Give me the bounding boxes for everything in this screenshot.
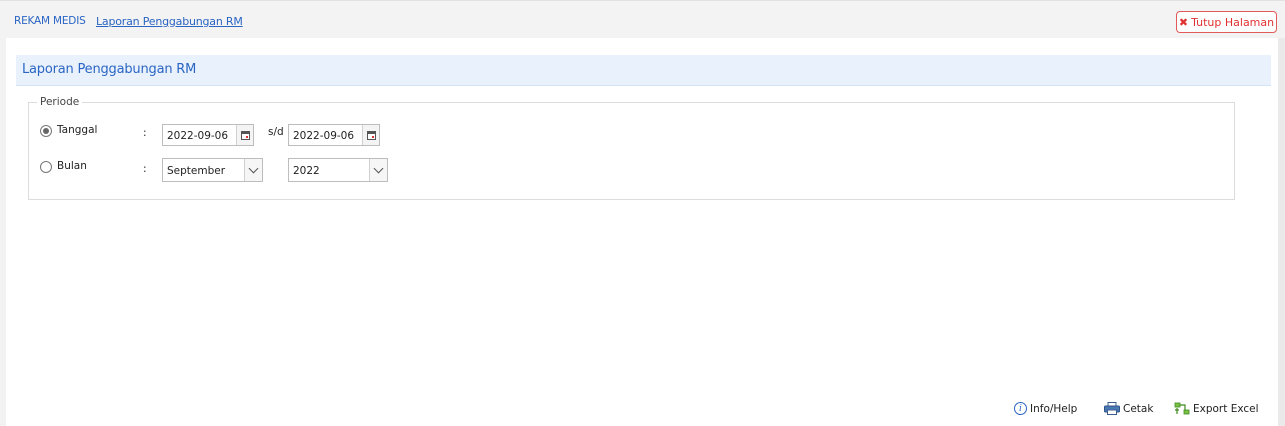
info-help-button[interactable]: i Info/Help	[1014, 402, 1077, 415]
bulan-radio[interactable]	[40, 161, 52, 173]
top-bar: REKAM MEDIS Laporan Penggabungan RM ✖ Tu…	[0, 0, 1285, 39]
year-value: 2022	[293, 165, 320, 177]
excel-export-icon	[1174, 402, 1190, 415]
tanggal-label: Tanggal	[57, 124, 98, 136]
panel-title: Laporan Penggabungan RM	[22, 62, 197, 77]
export-excel-label: Export Excel	[1193, 402, 1259, 415]
date-range-separator: s/d	[268, 126, 284, 138]
date-to-input[interactable]: 2022-09-06	[288, 124, 380, 146]
scrollbar[interactable]	[1278, 38, 1285, 426]
calendar-icon[interactable]	[236, 125, 253, 145]
tanggal-colon: :	[143, 127, 147, 139]
export-excel-button[interactable]: Export Excel	[1174, 402, 1259, 415]
print-button[interactable]: Cetak	[1104, 402, 1153, 415]
print-label: Cetak	[1123, 402, 1154, 415]
bulan-label: Bulan	[57, 160, 87, 172]
date-from-value: 2022-09-06	[167, 130, 229, 142]
date-to-value: 2022-09-06	[293, 130, 355, 142]
info-help-label: Info/Help	[1030, 402, 1078, 415]
tanggal-radio[interactable]	[40, 125, 52, 137]
chevron-down-icon[interactable]	[369, 159, 387, 181]
breadcrumb-root[interactable]: REKAM MEDIS	[14, 15, 86, 27]
main-panel: Laporan Penggabungan RM Periode Tanggal …	[6, 38, 1278, 426]
calendar-icon[interactable]	[362, 125, 379, 145]
bulan-colon: :	[143, 163, 147, 175]
year-select[interactable]: 2022	[288, 158, 388, 182]
month-select[interactable]: September	[162, 158, 263, 182]
printer-icon	[1104, 402, 1120, 415]
chevron-down-icon[interactable]	[244, 159, 262, 181]
periode-fieldset: Periode	[28, 96, 1235, 200]
close-page-label: Tutup Halaman	[1191, 15, 1275, 29]
close-page-button[interactable]: ✖ Tutup Halaman	[1176, 11, 1277, 33]
periode-legend: Periode	[40, 96, 80, 108]
close-icon: ✖	[1178, 15, 1189, 29]
month-value: September	[167, 165, 226, 177]
breadcrumb-current[interactable]: Laporan Penggabungan RM	[96, 15, 243, 28]
date-from-input[interactable]: 2022-09-06	[162, 124, 254, 146]
panel-header: Laporan Penggabungan RM	[16, 55, 1271, 86]
info-icon: i	[1014, 402, 1027, 415]
